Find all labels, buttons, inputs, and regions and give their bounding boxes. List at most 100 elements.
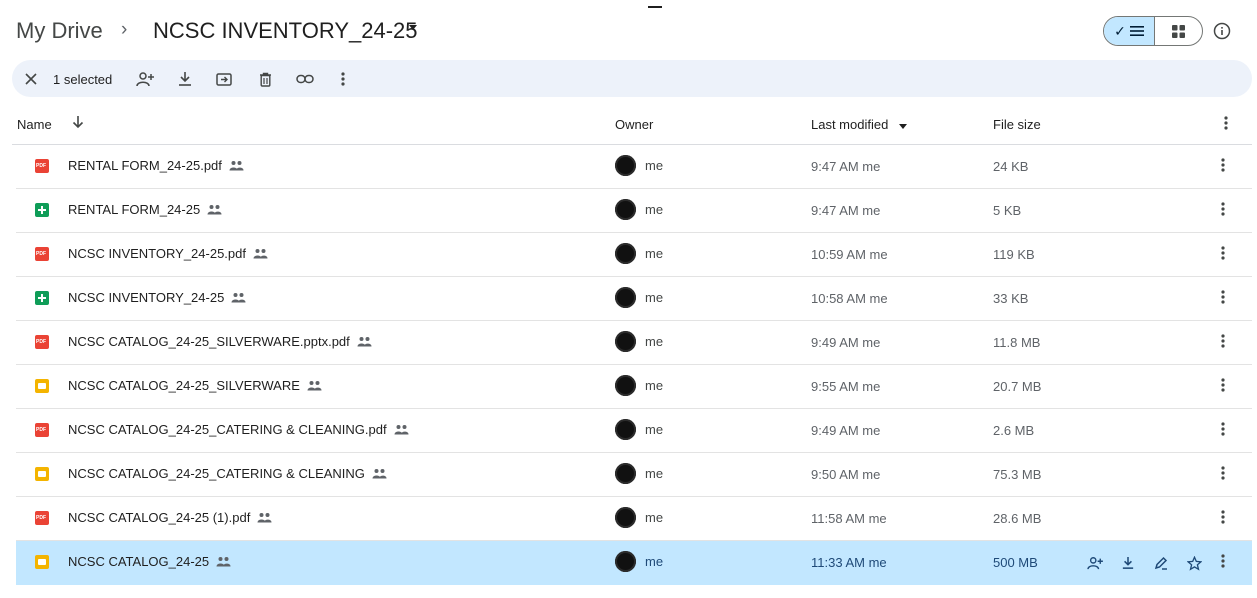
file-row[interactable]: RENTAL FORM_24-25.pdf me 9:47 AM me 24 K…	[16, 145, 1252, 189]
file-name-cell: NCSC CATALOG_24-25	[68, 554, 231, 569]
copy-link-button[interactable]	[295, 69, 315, 89]
last-modified: 11:33 AM me	[811, 555, 887, 570]
folder-menu-caret-icon[interactable]	[409, 25, 417, 30]
more-vertical-icon	[1221, 290, 1225, 304]
file-row[interactable]: NCSC CATALOG_24-25_CATERING & CLEANING m…	[16, 453, 1252, 497]
shared-people-icon	[231, 293, 246, 303]
file-name: NCSC CATALOG_24-25_SILVERWARE	[68, 378, 300, 393]
file-name: NCSC CATALOG_24-25	[68, 554, 210, 569]
owner-cell: me	[615, 287, 663, 308]
column-last-modified[interactable]: Last modified	[811, 117, 888, 132]
more-vertical-icon	[1224, 116, 1228, 130]
avatar	[615, 287, 636, 308]
file-row[interactable]: RENTAL FORM_24-25 me 9:47 AM me 5 KB	[16, 189, 1252, 233]
selected-count: 1 selected	[53, 71, 113, 87]
file-row[interactable]: NCSC CATALOG_24-25 (1).pdf me 11:58 AM m…	[16, 497, 1252, 541]
file-name-cell: NCSC CATALOG_24-25_CATERING & CLEANING	[68, 466, 387, 481]
row-more-button[interactable]	[1221, 202, 1229, 218]
owner-name: me	[645, 158, 664, 173]
pdf-file-icon	[35, 159, 49, 173]
last-modified: 9:50 AM me	[811, 467, 881, 482]
file-row[interactable]: NCSC CATALOG_24-25 me 11:33 AM me 500 MB	[16, 541, 1252, 585]
shared-people-icon	[394, 425, 409, 435]
owner-cell: me	[615, 551, 663, 572]
pdf-file-icon	[35, 335, 49, 349]
file-name: NCSC CATALOG_24-25_SILVERWARE.pptx.pdf	[68, 334, 350, 349]
owner-cell: me	[615, 199, 663, 220]
row-more-button[interactable]	[1221, 246, 1229, 262]
avatar	[615, 463, 636, 484]
more-actions-button[interactable]	[338, 69, 348, 89]
file-row[interactable]: NCSC CATALOG_24-25_CATERING & CLEANING.p…	[16, 409, 1252, 453]
file-name: NCSC INVENTORY_24-25.pdf	[68, 246, 246, 261]
file-name: NCSC CATALOG_24-25_CATERING & CLEANING.p…	[68, 422, 387, 437]
row-more-button[interactable]	[1221, 510, 1229, 526]
avatar	[615, 243, 636, 264]
owner-cell: me	[615, 463, 663, 484]
shared-people-icon	[372, 469, 387, 479]
file-size: 75.3 MB	[993, 467, 1042, 482]
file-name: RENTAL FORM_24-25.pdf	[68, 158, 222, 173]
file-row[interactable]: NCSC CATALOG_24-25_SILVERWARE.pptx.pdf m…	[16, 321, 1252, 365]
grid-view-button[interactable]	[1154, 17, 1202, 45]
list-view-button[interactable]: ✓	[1104, 17, 1155, 45]
row-more-button[interactable]	[1221, 378, 1229, 394]
shared-people-icon	[253, 249, 268, 259]
row-quick-actions	[1086, 553, 1203, 573]
file-row[interactable]: NCSC CATALOG_24-25_SILVERWARE me 9:55 AM…	[16, 365, 1252, 409]
shared-people-icon	[216, 557, 231, 567]
link-icon	[296, 74, 314, 84]
row-more-button[interactable]	[1221, 334, 1229, 350]
file-row[interactable]: NCSC INVENTORY_24-25 me 10:58 AM me 33 K…	[16, 277, 1252, 321]
download-button[interactable]	[176, 69, 194, 89]
avatar	[615, 419, 636, 440]
google-sheets-icon	[35, 291, 49, 305]
last-modified: 9:49 AM me	[811, 335, 881, 350]
shared-people-icon	[357, 337, 372, 347]
avatar	[615, 507, 636, 528]
clear-selection-button[interactable]	[24, 69, 38, 89]
owner-name: me	[645, 466, 664, 481]
last-modified: 11:58 AM me	[811, 511, 887, 526]
owner-name: me	[645, 378, 664, 393]
row-more-button[interactable]	[1221, 158, 1229, 174]
row-more-button[interactable]	[1221, 554, 1229, 570]
row-share-button[interactable]	[1086, 554, 1104, 572]
last-modified: 10:59 AM me	[811, 247, 888, 262]
column-file-size[interactable]: File size	[993, 117, 1041, 132]
row-star-button[interactable]	[1185, 554, 1203, 572]
sort-direction-button[interactable]	[72, 115, 84, 132]
column-owner[interactable]: Owner	[615, 117, 653, 132]
more-vertical-icon	[1221, 422, 1225, 436]
info-icon[interactable]	[1213, 22, 1231, 40]
owner-name: me	[645, 422, 664, 437]
breadcrumb-current-folder[interactable]: NCSC INVENTORY_24-25	[153, 18, 418, 44]
breadcrumb-my-drive[interactable]: My Drive	[16, 18, 103, 44]
delete-button[interactable]	[256, 69, 274, 89]
sort-caret-icon[interactable]	[899, 124, 907, 129]
last-modified: 9:55 AM me	[811, 379, 881, 394]
row-more-button[interactable]	[1221, 466, 1229, 482]
file-name: RENTAL FORM_24-25	[68, 202, 201, 217]
file-name-cell: RENTAL FORM_24-25.pdf	[68, 158, 244, 173]
row-more-button[interactable]	[1221, 422, 1229, 438]
row-more-button[interactable]	[1221, 290, 1229, 306]
row-download-button[interactable]	[1119, 554, 1137, 572]
file-size: 500 MB	[993, 555, 1038, 570]
shared-people-icon	[257, 513, 272, 523]
file-row[interactable]: NCSC INVENTORY_24-25.pdf me 10:59 AM me …	[16, 233, 1252, 277]
page-header: My Drive › NCSC INVENTORY_24-25 ✓	[0, 10, 1257, 56]
file-name-cell: NCSC CATALOG_24-25_SILVERWARE.pptx.pdf	[68, 334, 372, 349]
share-button[interactable]	[135, 69, 155, 89]
file-size: 5 KB	[993, 203, 1022, 218]
google-slides-icon	[35, 467, 49, 481]
move-folder-icon	[216, 73, 232, 86]
owner-name: me	[645, 246, 664, 261]
file-name-cell: NCSC CATALOG_24-25_SILVERWARE	[68, 378, 322, 393]
shared-people-icon	[229, 161, 244, 171]
column-name[interactable]: Name	[17, 117, 52, 132]
move-button[interactable]	[215, 69, 233, 89]
row-rename-button[interactable]	[1152, 554, 1170, 572]
column-options-button[interactable]	[1224, 116, 1228, 133]
more-vertical-icon	[1221, 554, 1225, 568]
